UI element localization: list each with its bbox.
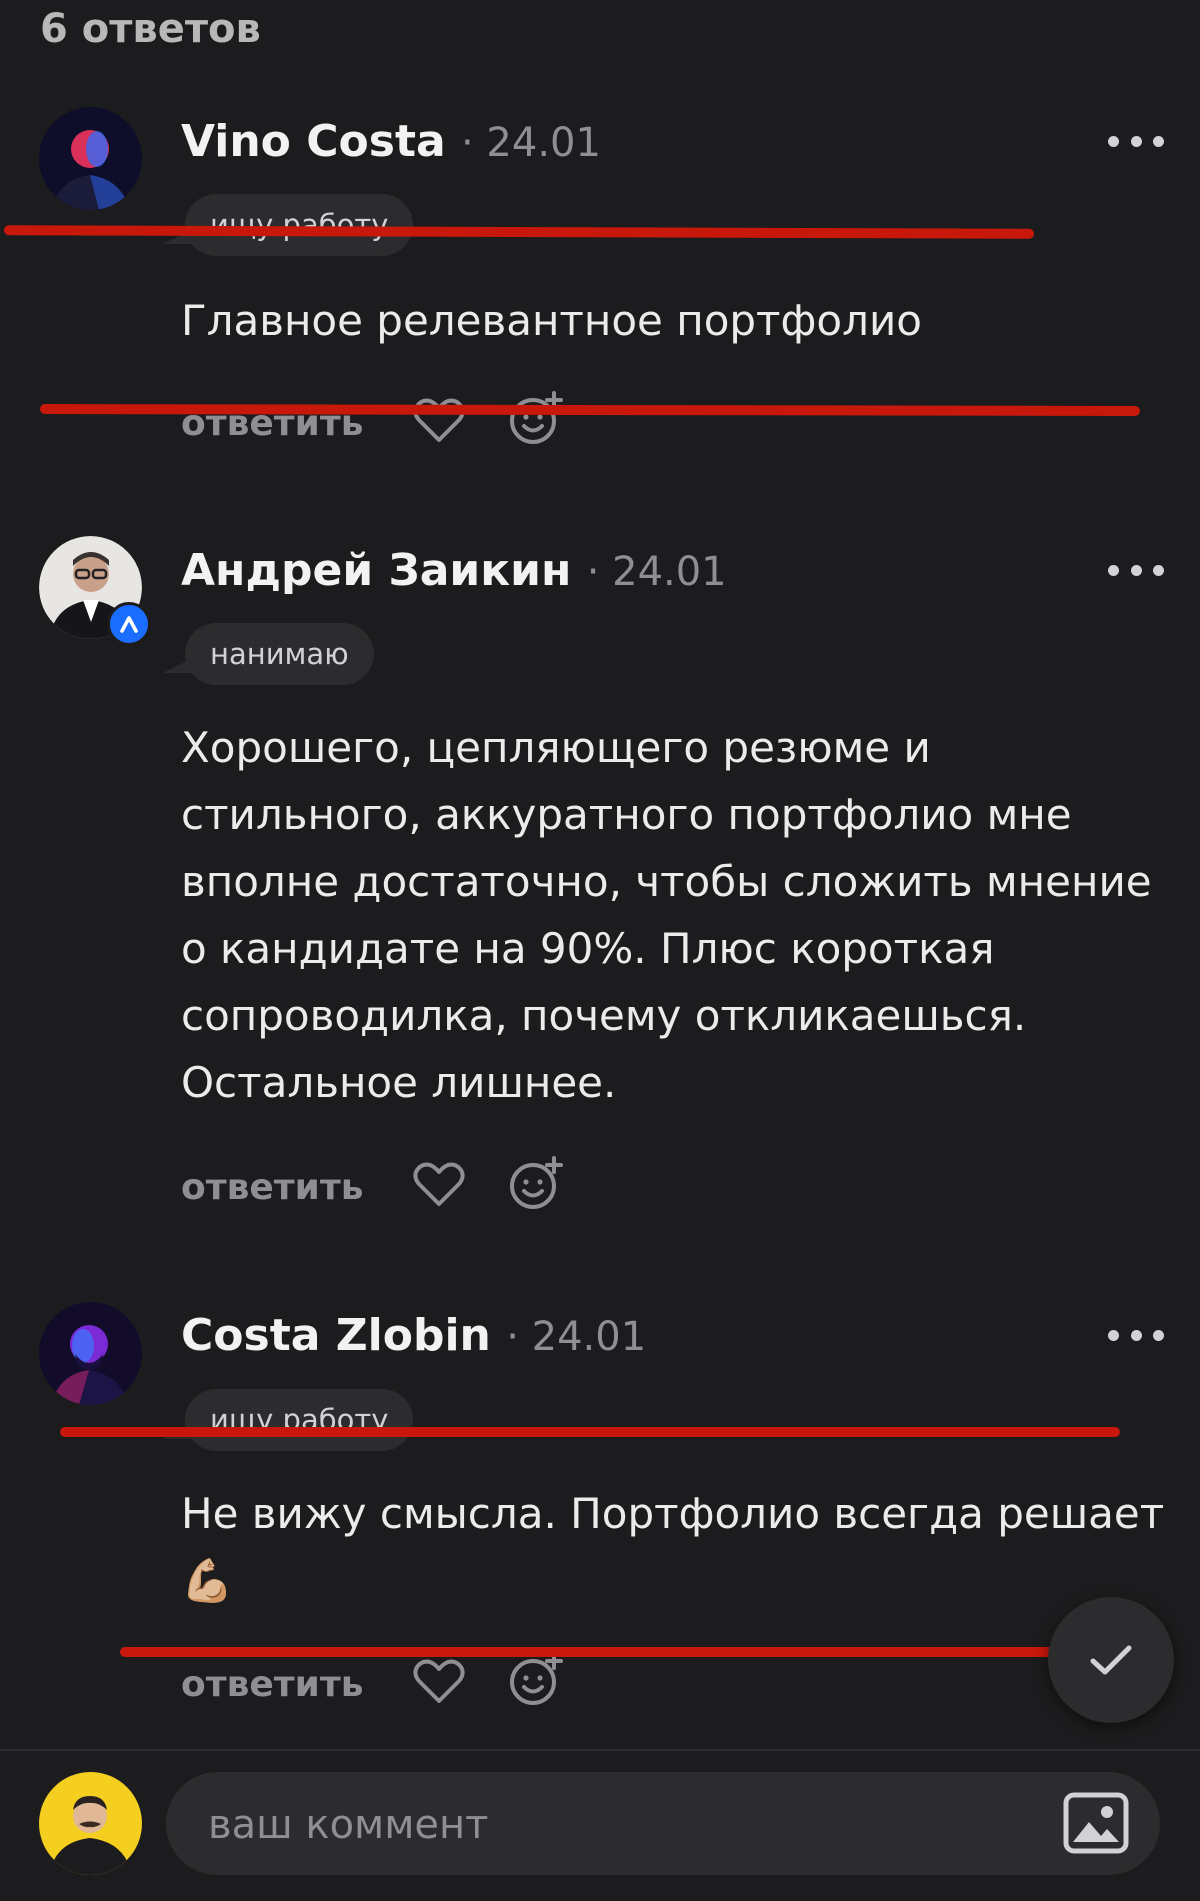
heart-icon[interactable] — [413, 1161, 465, 1207]
more-options-icon[interactable] — [1108, 131, 1164, 151]
comment-text: Не вижу смысла. Портфолио всегда решает … — [181, 1489, 1165, 1605]
add-reaction-icon[interactable] — [509, 1652, 563, 1706]
author-name[interactable]: Vino Costa · 24.01 — [181, 116, 601, 167]
checkmark-icon — [1090, 1645, 1132, 1675]
comment-date: · 24.01 — [586, 549, 727, 595]
avatar[interactable] — [39, 1302, 142, 1405]
comment-date: · 24.01 — [506, 1314, 647, 1360]
verified-icon — [107, 602, 151, 646]
comment-text: Хорошего, цепляющего резюме и стильного,… — [181, 723, 1152, 1107]
comment-text: Главное релевантное портфолио — [181, 296, 922, 345]
status-badge: нанимаю — [163, 623, 374, 685]
comment-input-wrapper — [166, 1772, 1160, 1877]
heart-icon[interactable] — [413, 1658, 465, 1704]
comment-composer — [0, 1749, 1200, 1901]
avatar[interactable] — [39, 536, 151, 646]
status-badge: ищу работу — [162, 1389, 414, 1451]
confirm-button[interactable] — [1048, 1597, 1174, 1723]
redaction-line — [120, 1647, 1110, 1657]
my-avatar[interactable] — [39, 1772, 142, 1875]
add-reaction-icon[interactable] — [509, 1156, 563, 1210]
reply-button[interactable]: ответить — [181, 1167, 364, 1208]
comment-input[interactable] — [206, 1772, 1010, 1877]
author-name[interactable]: Costa Zlobin · 24.01 — [181, 1310, 646, 1361]
redaction-line — [39, 404, 1141, 416]
avatar[interactable] — [39, 107, 142, 210]
add-reaction-icon[interactable] — [509, 391, 563, 445]
image-attach-icon[interactable] — [1063, 1792, 1129, 1854]
author-name[interactable]: Андрей Заикин · 24.01 — [181, 545, 727, 596]
redaction-line — [60, 1427, 1120, 1437]
redaction-line — [3, 225, 1035, 239]
comment-date: · 24.01 — [461, 120, 601, 166]
more-options-icon[interactable] — [1108, 560, 1164, 580]
more-options-icon[interactable] — [1108, 1325, 1164, 1345]
reply-button[interactable]: ответить — [181, 1664, 364, 1705]
replies-count: 6 ответов — [40, 6, 261, 52]
